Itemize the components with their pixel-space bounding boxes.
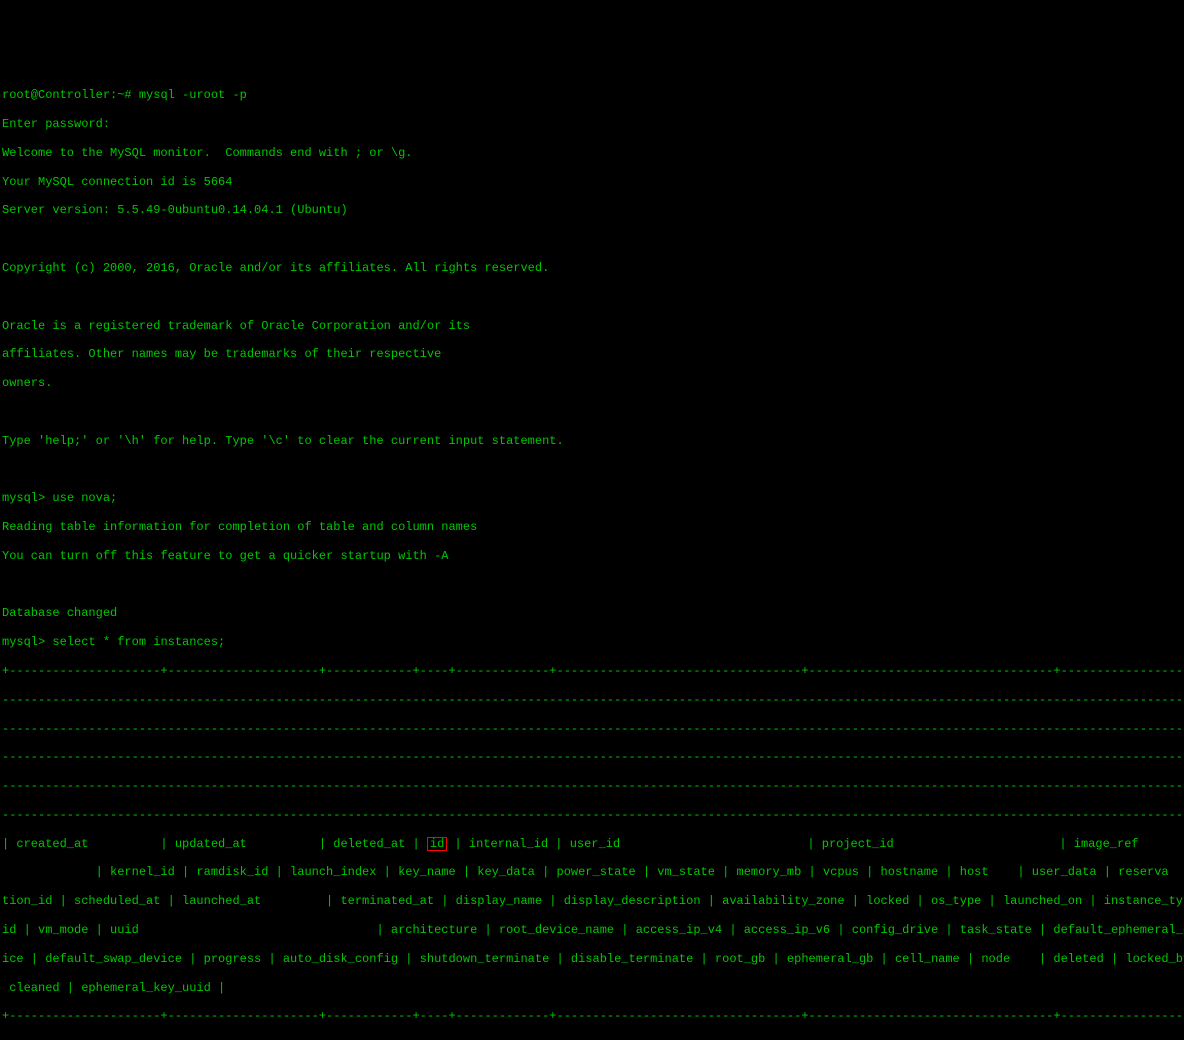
server-version-line: Server version: 5.5.49-0ubuntu0.14.04.1 … <box>2 203 1182 217</box>
copyright-line: Copyright (c) 2000, 2016, Oracle and/or … <box>2 261 1182 275</box>
header-l1a: | created_at | updated_at | deleted_at | <box>2 837 427 851</box>
reading-table-info: Reading table information for completion… <box>2 520 1182 534</box>
conn-id-line: Your MySQL connection id is 5664 <box>2 175 1182 189</box>
table-sep-mid-1: +---------------------+-----------------… <box>2 1009 1182 1023</box>
mysql-prompt-label: mysql> <box>2 491 45 505</box>
mysql-cmd-use: use nova; <box>45 491 117 505</box>
header-row-3: tion_id | scheduled_at | launched_at | t… <box>2 894 1182 908</box>
mysql-prompt-label-2: mysql> <box>2 635 45 649</box>
trademark-line-2: affiliates. Other names may be trademark… <box>2 347 1182 361</box>
trademark-line-1: Oracle is a registered trademark of Orac… <box>2 319 1182 333</box>
table-sep-top-5: ----------------------------------------… <box>2 779 1182 793</box>
top-cut-line <box>2 60 1182 74</box>
prompt-path: :~# <box>110 88 132 102</box>
table-sep-mid-2: ----------------------------------------… <box>2 1038 1182 1040</box>
mysql-cmd-select: select * from instances; <box>45 635 225 649</box>
header-row-4: id | vm_mode | uuid | architecture | roo… <box>2 923 1182 937</box>
header-row-1: | created_at | updated_at | deleted_at |… <box>2 837 1182 851</box>
blank-2 <box>2 290 1182 304</box>
header-row-2: | kernel_id | ramdisk_id | launch_index … <box>2 865 1182 879</box>
header-row-6: cleaned | ephemeral_key_uuid | <box>2 981 1182 995</box>
blank-3 <box>2 405 1182 419</box>
blank-1 <box>2 232 1182 246</box>
blank-4 <box>2 463 1182 477</box>
table-sep-top-4: ----------------------------------------… <box>2 750 1182 764</box>
header-id-highlight: id <box>427 837 447 851</box>
mysql-prompt-2[interactable]: mysql> select * from instances; <box>2 635 1182 649</box>
shell-prompt-line[interactable]: root@Controller:~# mysql -uroot -p <box>2 88 1182 102</box>
table-sep-top-6: ----------------------------------------… <box>2 808 1182 822</box>
trademark-line-3: owners. <box>2 376 1182 390</box>
prompt-user-host: root@Controller <box>2 88 110 102</box>
table-sep-top-2: ----------------------------------------… <box>2 693 1182 707</box>
shell-command: mysql -uroot -p <box>139 88 247 102</box>
mysql-prompt-1[interactable]: mysql> use nova; <box>2 491 1182 505</box>
table-sep-top-1: +---------------------+-----------------… <box>2 664 1182 678</box>
enter-password: Enter password: <box>2 117 1182 131</box>
blank-5 <box>2 578 1182 592</box>
help-line: Type 'help;' or '\h' for help. Type '\c'… <box>2 434 1182 448</box>
header-row-5: ice | default_swap_device | progress | a… <box>2 952 1182 966</box>
turn-off-feature: You can turn off this feature to get a q… <box>2 549 1182 563</box>
header-l1b: | internal_id | user_id | project_id | i… <box>447 837 1138 851</box>
table-sep-top-3: ----------------------------------------… <box>2 722 1182 736</box>
welcome-line: Welcome to the MySQL monitor. Commands e… <box>2 146 1182 160</box>
database-changed: Database changed <box>2 606 1182 620</box>
